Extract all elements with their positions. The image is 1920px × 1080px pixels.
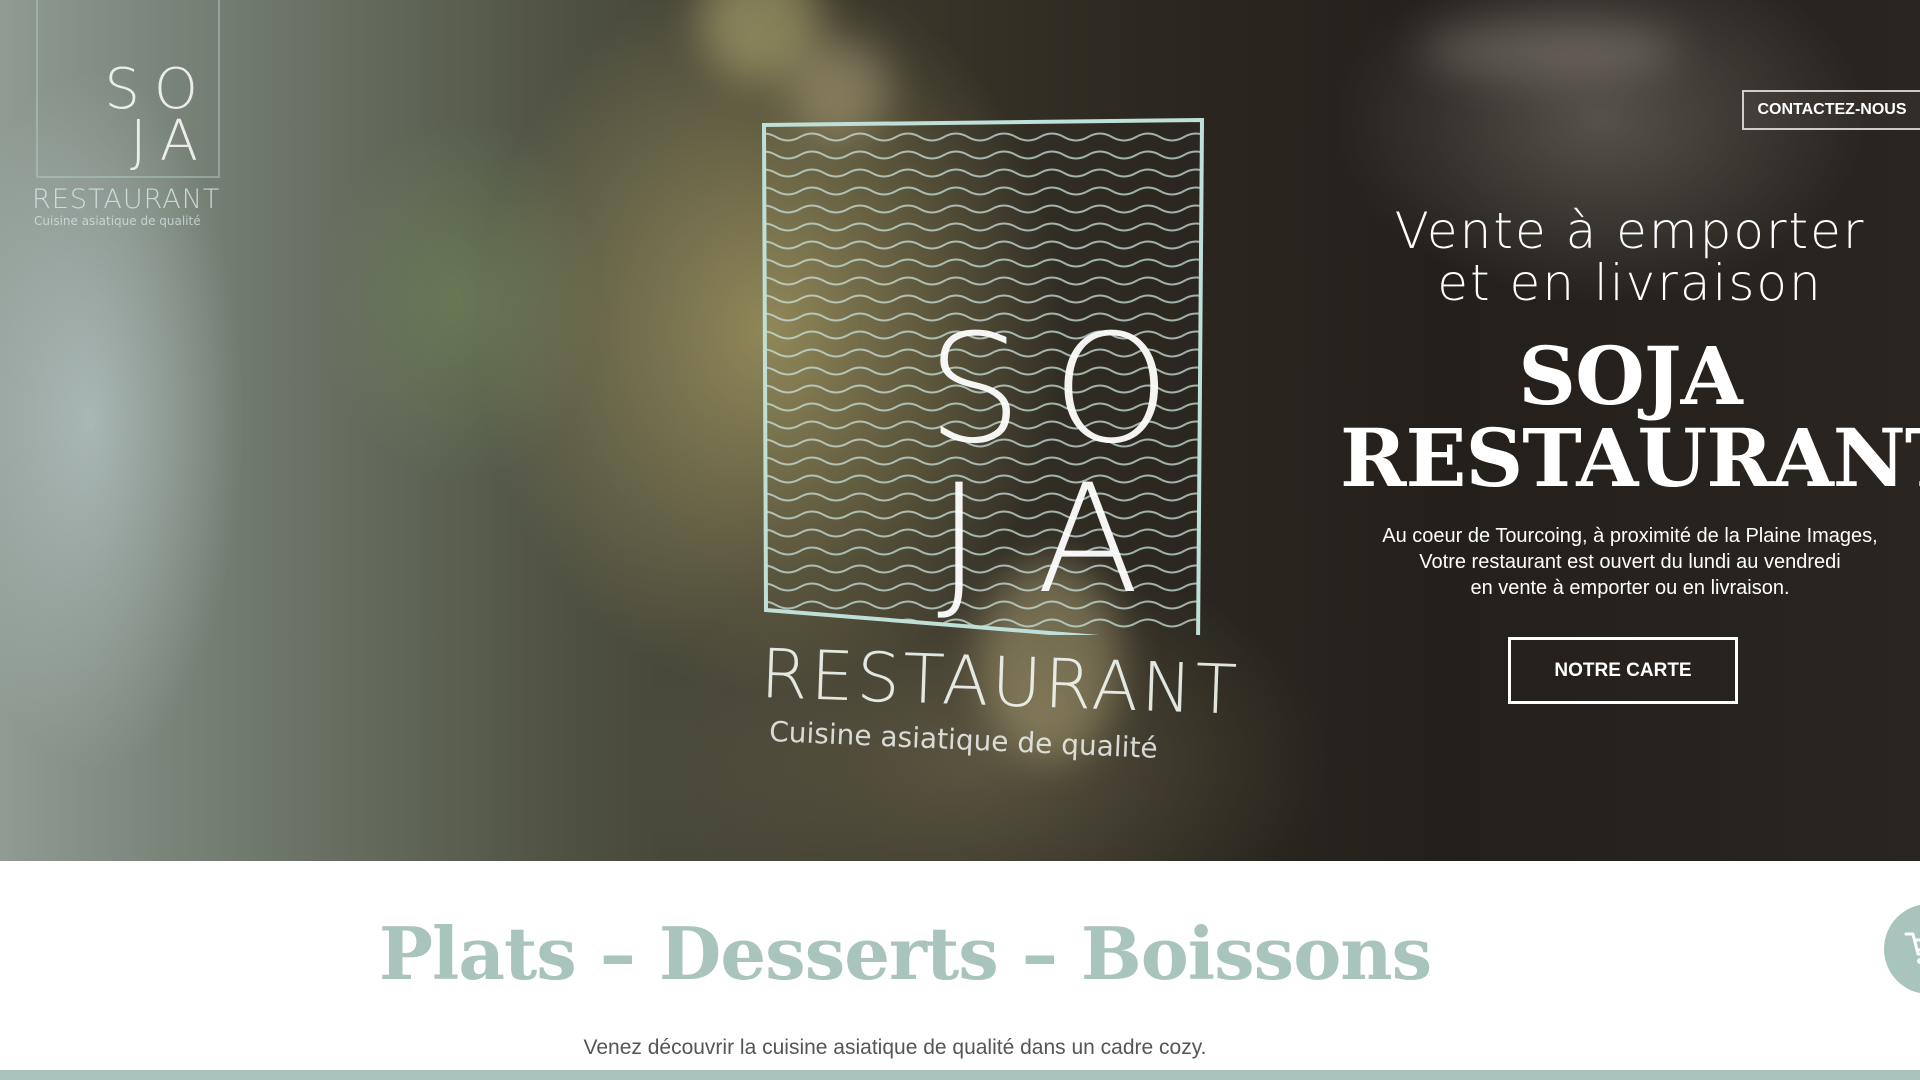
hero-title-line1: SOJA <box>1518 329 1742 423</box>
menu-section-title: Plats – Desserts – Boissons <box>378 911 1432 996</box>
hero-subtitle: Vente à emporter et en livraison <box>1340 205 1920 309</box>
hero-section: SO JA RESTAURANT Cuisine asiatique de qu… <box>0 0 1920 861</box>
logo-text-ja: JA <box>130 109 212 174</box>
wave-line <box>764 294 1202 304</box>
wave-line <box>764 276 1202 286</box>
wave-line <box>764 222 1202 232</box>
hero-desc-line1: Au coeur de Tourcoing, à proximité de la… <box>1382 525 1878 547</box>
wave-line <box>764 186 1202 196</box>
hero-description: Au coeur de Tourcoing, à proximité de la… <box>1340 523 1920 601</box>
hero-logo-ja: JA <box>937 453 1198 627</box>
cart-icon <box>1904 932 1920 964</box>
menu-section-description: Venez découvrir la cuisine asiatique de … <box>583 1036 1207 1059</box>
wave-line <box>764 132 1202 142</box>
wave-line <box>764 240 1202 250</box>
hero-logo-so: SO <box>927 303 1201 477</box>
wave-line <box>764 258 1202 268</box>
hero-logo: SO JA RESTAURANT Cuisine asiatique de qu… <box>752 115 1241 795</box>
notre-carte-button[interactable]: NOTRE CARTE <box>1508 637 1738 704</box>
hero-text-block: Vente à emporter et en livraison SOJA RE… <box>1340 205 1920 704</box>
hero-subtitle-line1: Vente à emporter <box>1394 202 1866 260</box>
bottom-accent-bar <box>0 1070 1920 1080</box>
contact-button[interactable]: CONTACTEZ-NOUS <box>1742 90 1920 130</box>
menu-section: Plats – Desserts – Boissons Venez découv… <box>0 861 1920 1080</box>
wave-line <box>764 204 1202 214</box>
wave-line <box>764 168 1202 178</box>
hero-desc-line2: Votre restaurant est ouvert du lundi au … <box>1419 551 1841 573</box>
hero-logo-restaurant: RESTAURANT <box>759 635 1242 731</box>
site-logo[interactable]: SO JA RESTAURANT Cuisine asiatique de qu… <box>30 0 220 230</box>
hero-desc-line3: en vente à emporter ou en livraison. <box>1470 577 1790 599</box>
logo-restaurant-text: RESTAURANT <box>32 184 221 215</box>
hero-title: SOJA RESTAURANT <box>1340 335 1920 499</box>
hero-title-line2: RESTAURANT <box>1340 411 1920 505</box>
bokeh-light <box>1420 20 1680 80</box>
hero-subtitle-line2: et en livraison <box>1437 254 1823 312</box>
logo-tagline: Cuisine asiatique de qualité <box>34 214 201 228</box>
wave-line <box>764 150 1202 160</box>
